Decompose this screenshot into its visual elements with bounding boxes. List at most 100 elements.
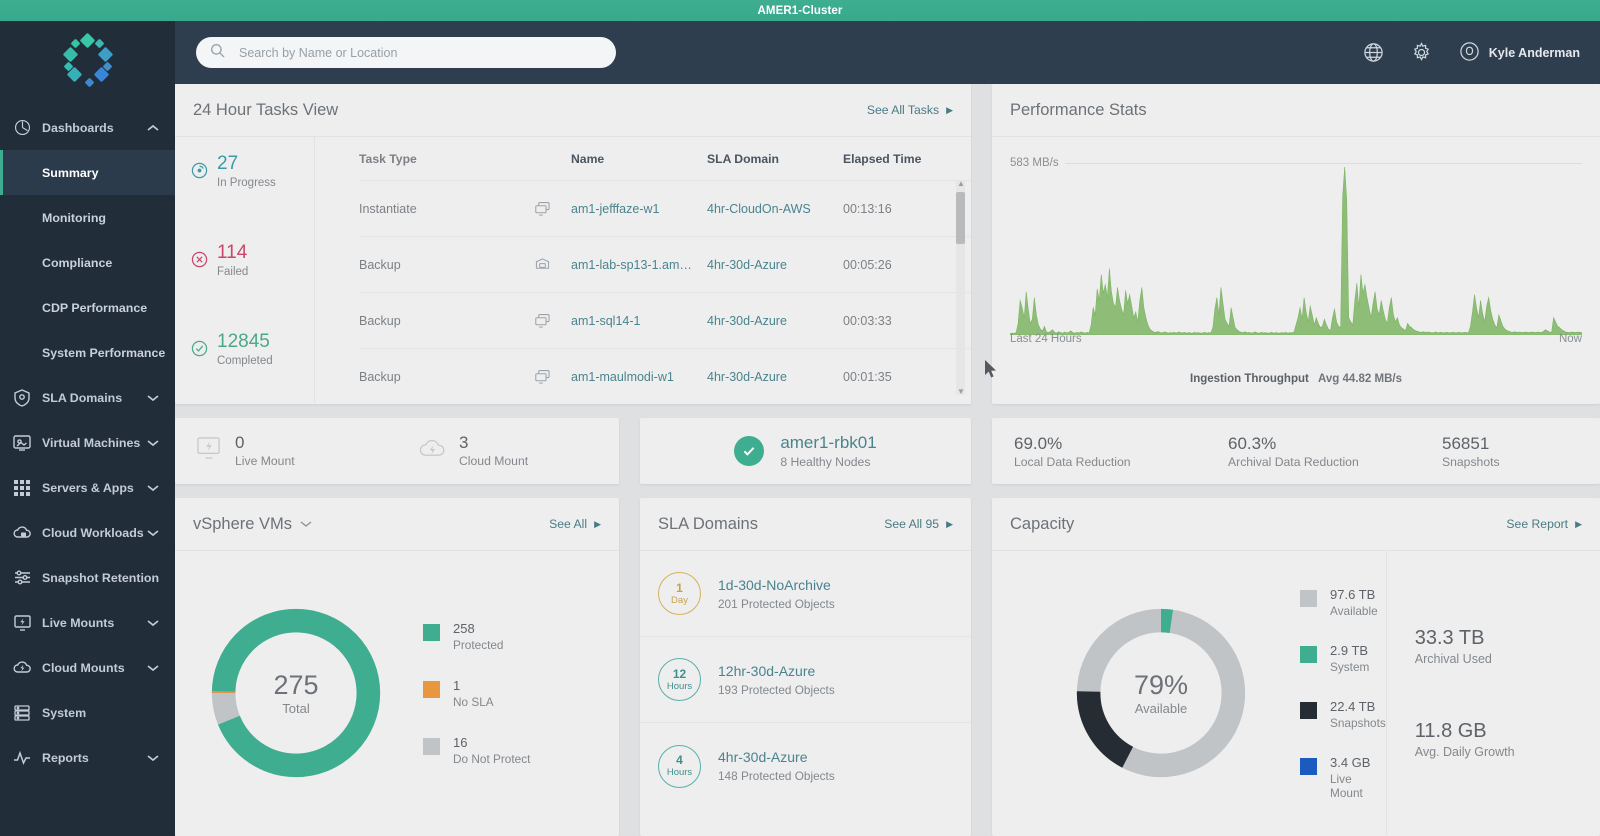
gear-icon[interactable] bbox=[1411, 41, 1433, 64]
cell-sla-domain[interactable]: 4hr-30d-Azure bbox=[707, 258, 843, 272]
vms-card-header: vSphere VMs See All ▶ bbox=[175, 498, 619, 551]
capacity-legend: 97.6 TB Available 2.9 TB System 22.4 TB … bbox=[1300, 587, 1386, 800]
performance-title: Performance Stats bbox=[1010, 100, 1147, 119]
sidebar-item-live-mounts[interactable]: Live Mounts bbox=[0, 600, 175, 645]
cell-name[interactable]: am1-jefffaze-w1 bbox=[571, 202, 707, 216]
sidebar-item-compliance[interactable]: Compliance bbox=[0, 240, 175, 285]
status-completed[interactable]: 12845 Completed bbox=[175, 332, 314, 421]
check-circle-icon bbox=[734, 436, 765, 466]
sidebar-item-snapshot-retention[interactable]: Snapshot Retention bbox=[0, 555, 175, 600]
vms-donut-center: 275 Total bbox=[201, 598, 391, 788]
chart-gridline bbox=[1010, 163, 1582, 164]
chevron-down-icon[interactable] bbox=[300, 515, 312, 533]
sidebar-item-cdp-performance[interactable]: CDP Performance bbox=[0, 285, 175, 330]
list-item[interactable]: 4 Hours 4hr-30d-Azure 148 Protected Obje… bbox=[640, 723, 971, 809]
table-header-row: Task Type Name SLA Domain Elapsed Time bbox=[359, 137, 971, 180]
snapshots-stat: 56851 Snapshots bbox=[1420, 434, 1500, 469]
legend-label: Available bbox=[1330, 603, 1378, 618]
legend-item-live-mount: 3.4 GB Live Mount bbox=[1300, 755, 1386, 800]
sla-see-all-label: See All 95 bbox=[884, 517, 940, 531]
cell-name[interactable]: am1-lab-sp13-1.am… bbox=[571, 258, 707, 272]
status-failed[interactable]: 114 Failed bbox=[175, 243, 314, 332]
capacity-stats: 33.3 TB Archival Used 11.8 GB Avg. Daily… bbox=[1385, 551, 1600, 835]
sla-domain-name[interactable]: 4hr-30d-Azure bbox=[718, 749, 835, 766]
sla-domain-name[interactable]: 1d-30d-NoArchive bbox=[718, 577, 835, 594]
chevron-down-icon[interactable] bbox=[147, 527, 159, 539]
sidebar-item-cloud-workloads[interactable]: Cloud Workloads bbox=[0, 510, 175, 555]
list-item[interactable]: 1 Day 1d-30d-NoArchive 201 Protected Obj… bbox=[640, 551, 971, 637]
legend-series-name: Ingestion Throughput bbox=[1190, 373, 1309, 385]
sidebar-item-virtual-machines[interactable]: Virtual Machines bbox=[0, 420, 175, 465]
list-item[interactable]: 12 Hours 12hr-30d-Azure 193 Protected Ob… bbox=[640, 637, 971, 723]
chevron-down-icon[interactable] bbox=[147, 662, 159, 674]
scroll-down-icon[interactable]: ▼ bbox=[957, 387, 965, 396]
sidebar-item-summary[interactable]: Summary bbox=[0, 150, 175, 195]
sidebar-item-dashboards[interactable]: Dashboards bbox=[0, 105, 175, 150]
status-in-progress[interactable]: 27 In Progress bbox=[175, 154, 314, 243]
legend-swatch bbox=[1300, 589, 1317, 607]
tasks-scrollbar[interactable]: ▲ ▼ bbox=[956, 179, 965, 396]
monitor-icon bbox=[11, 432, 33, 454]
sidebar-item-sla-domains[interactable]: SLA Domains bbox=[0, 375, 175, 420]
capacity-donut-chart: 79% Available bbox=[1066, 598, 1256, 788]
sidebar-item-cloud-mounts[interactable]: Cloud Mounts bbox=[0, 645, 175, 690]
cell-sla-domain[interactable]: 4hr-CloudOn-AWS bbox=[707, 202, 843, 216]
legend-value: 22.4 TB bbox=[1330, 698, 1376, 714]
local-data-reduction-label: Local Data Reduction bbox=[1014, 454, 1131, 469]
archival-used-label: Archival Used bbox=[1414, 652, 1492, 666]
search-input[interactable]: Search by Name or Location bbox=[196, 37, 616, 68]
sla-frequency-badge: 12 Hours bbox=[658, 658, 701, 701]
chevron-down-icon[interactable] bbox=[147, 482, 159, 494]
see-all-tasks-link[interactable]: See All Tasks ▶ bbox=[867, 103, 953, 117]
table-row[interactable]: Instantiate am1-jefffaze-w1 4hr-CloudOn-… bbox=[359, 180, 971, 236]
chevron-down-icon[interactable] bbox=[147, 617, 159, 629]
legend-label: Snapshots bbox=[1330, 715, 1386, 730]
sidebar-item-system-performance[interactable]: System Performance bbox=[0, 330, 175, 375]
sidebar-item-monitoring[interactable]: Monitoring bbox=[0, 195, 175, 240]
user-menu[interactable]: Kyle Anderman bbox=[1459, 41, 1580, 65]
cluster-health-card[interactable]: amer1-rbk01 8 Healthy Nodes bbox=[640, 418, 971, 484]
cell-sla-domain[interactable]: 4hr-30d-Azure bbox=[707, 370, 843, 384]
cloud-mount-stat[interactable]: 3 Cloud Mount bbox=[397, 434, 528, 468]
cell-name[interactable]: am1-sql14-1 bbox=[571, 314, 707, 328]
chevron-down-icon[interactable] bbox=[147, 437, 159, 449]
vm-icon bbox=[535, 369, 571, 384]
tasks-summary: 27 In Progress 114 Failed 12845 Complete… bbox=[175, 137, 315, 403]
sidebar-item-reports[interactable]: Reports bbox=[0, 735, 175, 780]
header-actions: Kyle Anderman bbox=[1363, 41, 1600, 65]
cell-sla-domain[interactable]: 4hr-30d-Azure bbox=[707, 314, 843, 328]
chevron-up-icon[interactable] bbox=[147, 122, 159, 134]
table-row[interactable]: Backup am1-maulmodi-w1 4hr-30d-Azure 00:… bbox=[359, 348, 971, 404]
sidebar-item-system[interactable]: System bbox=[0, 690, 175, 735]
legend-swatch bbox=[423, 680, 440, 698]
sla-protected-objects: 193 Protected Objects bbox=[718, 682, 835, 697]
sidebar-item-servers-apps[interactable]: Servers & Apps bbox=[0, 465, 175, 510]
status-label: Failed bbox=[217, 266, 249, 278]
tasks-table: Task Type Name SLA Domain Elapsed Time I… bbox=[315, 137, 971, 403]
sidebar-item-label: Dashboards bbox=[42, 120, 114, 135]
sidebar-item-label: Snapshot Retention bbox=[42, 570, 160, 585]
cell-name[interactable]: am1-maulmodi-w1 bbox=[571, 370, 707, 384]
live-mount-icon bbox=[11, 612, 33, 634]
capacity-see-report-link[interactable]: See Report ▶ bbox=[1506, 517, 1582, 531]
live-mount-stat[interactable]: 0 Live Mount bbox=[175, 434, 397, 468]
legend-item-snapshots: 22.4 TB Snapshots bbox=[1300, 699, 1386, 730]
globe-icon[interactable] bbox=[1363, 42, 1385, 64]
scroll-up-icon[interactable]: ▲ bbox=[957, 179, 965, 188]
live-mount-value: 0 bbox=[235, 433, 245, 452]
scroll-thumb[interactable] bbox=[956, 192, 965, 244]
table-row[interactable]: Backup am1-lab-sp13-1.am… 4hr-30d-Azure … bbox=[359, 236, 971, 292]
vms-see-all-link[interactable]: See All ▶ bbox=[549, 517, 601, 531]
sla-domain-name[interactable]: 12hr-30d-Azure bbox=[718, 663, 835, 680]
logo-wrapper[interactable] bbox=[0, 21, 175, 105]
cell-elapsed-time: 00:05:26 bbox=[843, 257, 892, 272]
vms-legend: 258 Protected 1 No SLA 16 Do Not Protect bbox=[423, 621, 530, 766]
chevron-down-icon[interactable] bbox=[147, 752, 159, 764]
chevron-down-icon[interactable] bbox=[147, 392, 159, 404]
sla-card-header: SLA Domains See All 95 ▶ bbox=[640, 498, 971, 551]
sla-see-all-link[interactable]: See All 95 ▶ bbox=[884, 517, 953, 531]
vms-total-value: 275 bbox=[273, 670, 319, 700]
live-mount-label: Live Mount bbox=[235, 454, 295, 468]
table-row[interactable]: Backup am1-sql14-1 4hr-30d-Azure 00:03:3… bbox=[359, 292, 971, 348]
vms-total-label: Total bbox=[282, 701, 310, 716]
